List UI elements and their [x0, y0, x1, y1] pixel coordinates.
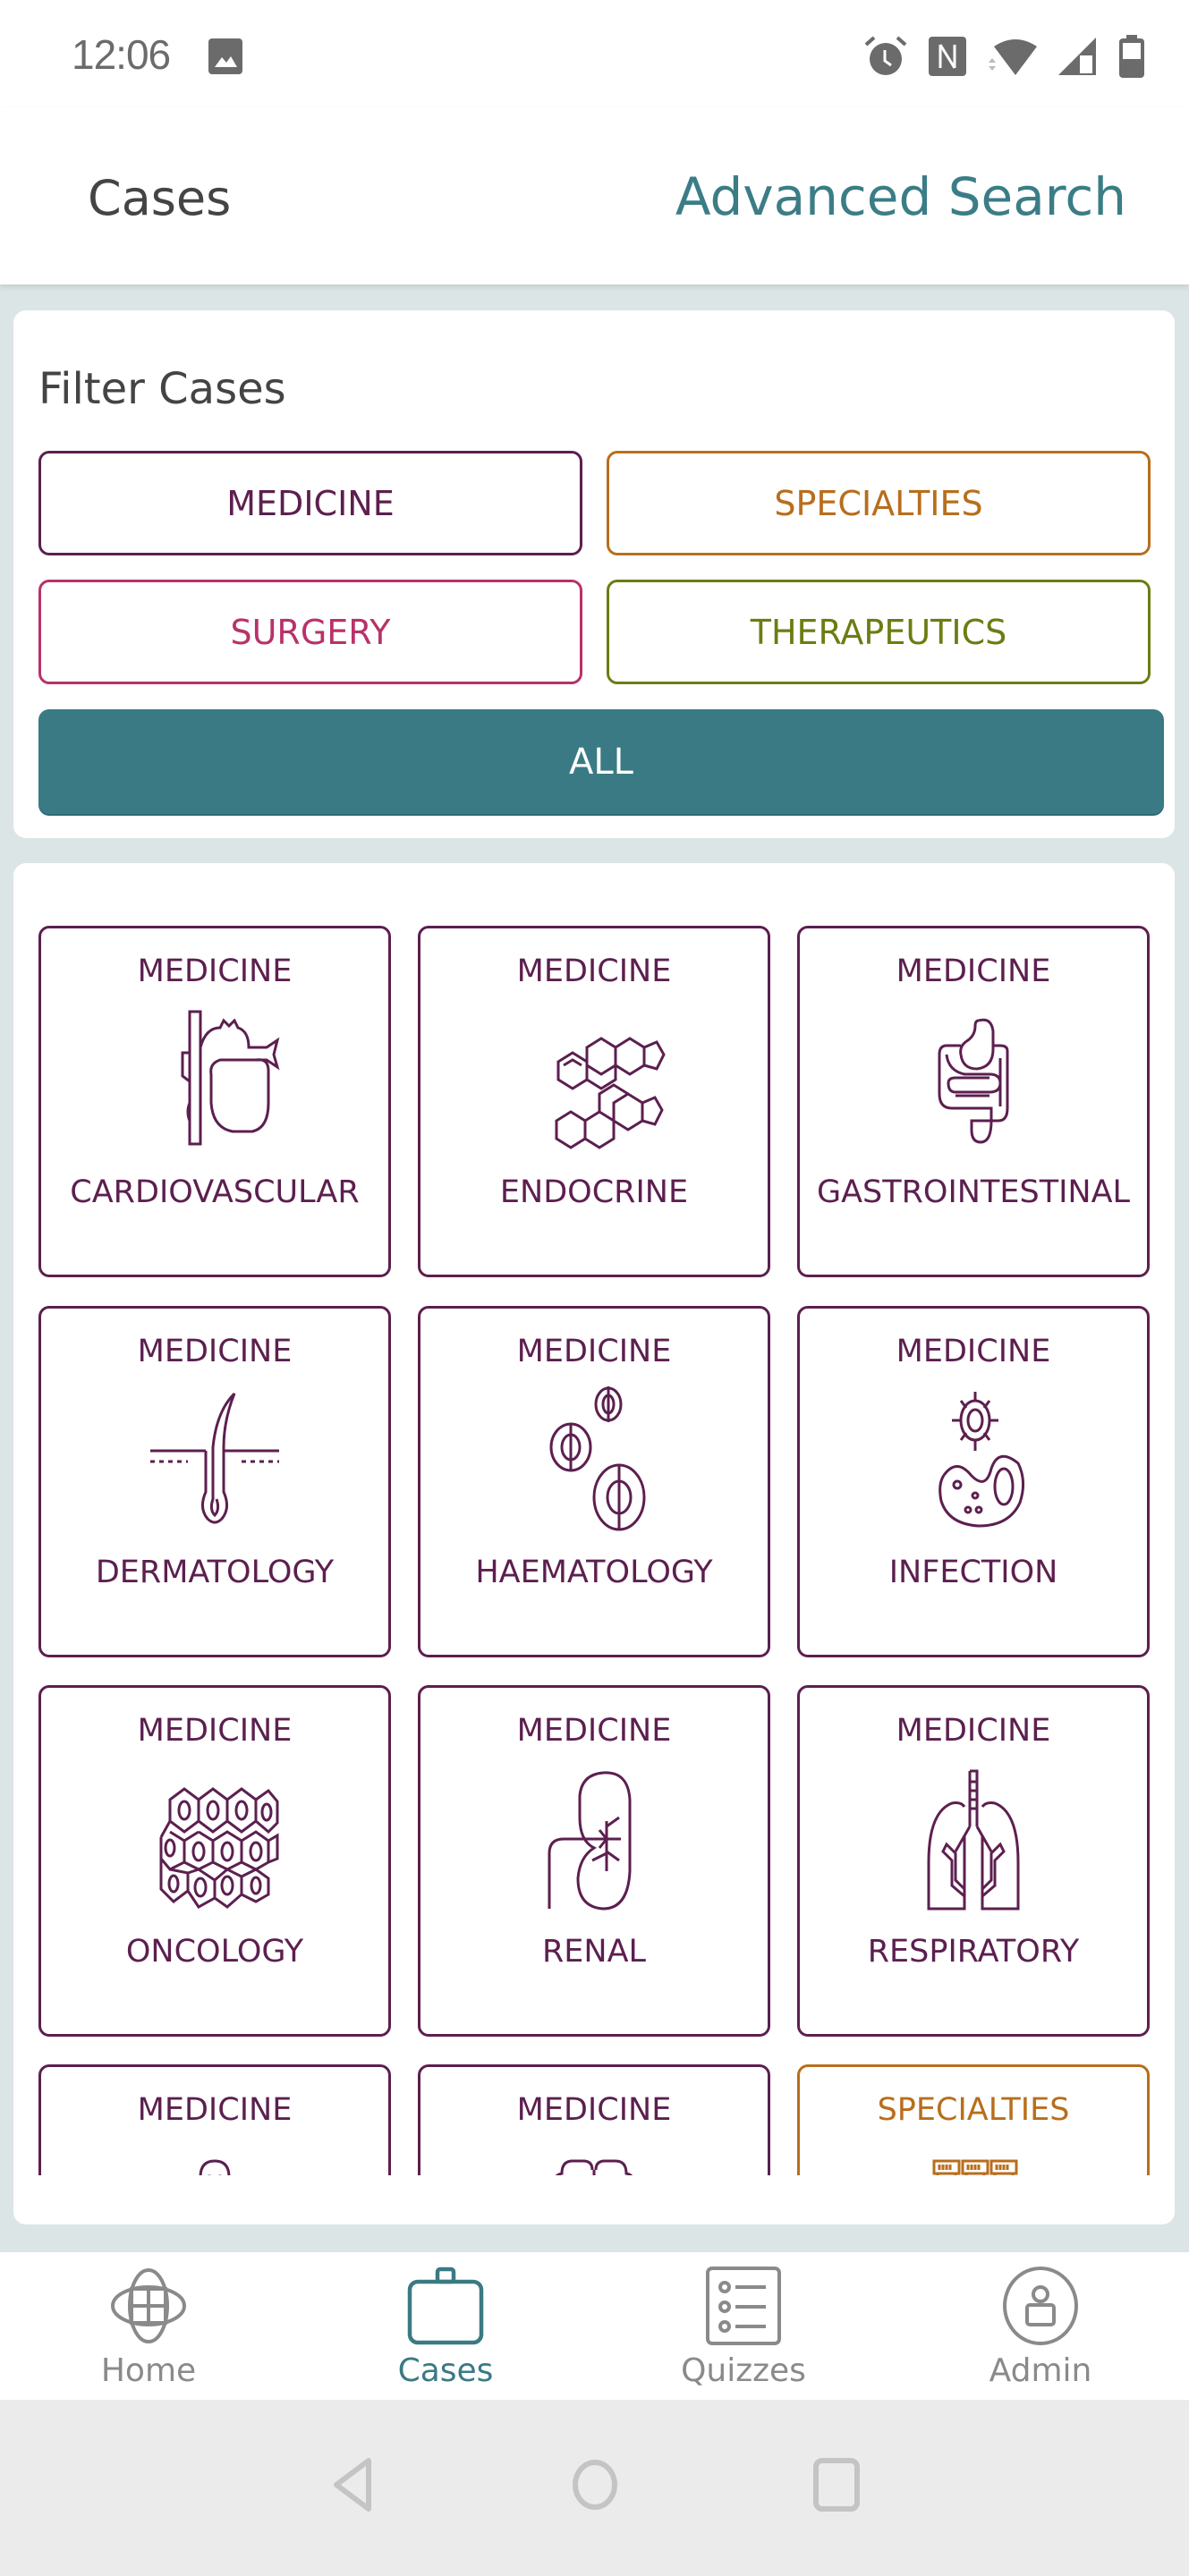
nav-label: Admin	[989, 2352, 1092, 2389]
skeleton-icon	[199, 2159, 231, 2175]
nav-cases[interactable]: Cases	[297, 2252, 594, 2400]
case-card-renal[interactable]: MEDICINE RENAL	[418, 1685, 770, 2037]
case-category: MEDICINE	[516, 1334, 672, 1369]
filter-all-label: ALL	[569, 741, 633, 783]
signal-icon	[1058, 38, 1096, 75]
filter-all-button[interactable]: ALL	[38, 709, 1164, 814]
image-notification-icon	[208, 38, 242, 74]
case-card-respiratory[interactable]: MEDICINE RESPIRATORY	[797, 1685, 1150, 2037]
case-category: MEDICINE	[896, 1334, 1051, 1369]
system-nav-bar	[0, 2400, 1189, 2576]
case-card-gastrointestinal[interactable]: MEDICINE GASTROINTESTINAL	[797, 926, 1150, 1277]
wifi-icon	[989, 39, 1037, 75]
molecule-icon	[555, 1037, 666, 1149]
case-category: MEDICINE	[896, 953, 1051, 989]
case-card[interactable]: SPECIALTIES	[797, 2064, 1150, 2175]
case-category: MEDICINE	[137, 2092, 293, 2128]
advanced-search-link[interactable]: Advanced Search	[675, 166, 1126, 227]
filter-specialties-button[interactable]: SPECIALTIES	[607, 451, 1151, 555]
filter-title: Filter Cases	[38, 364, 286, 414]
case-name: CARDIOVASCULAR	[70, 1174, 360, 1210]
bottom-nav: Home Cases Quizzes Admin	[0, 2252, 1189, 2400]
case-category: MEDICINE	[516, 1713, 672, 1749]
case-name: INFECTION	[888, 1555, 1058, 1590]
app-header: Cases Advanced Search	[0, 107, 1189, 284]
nav-admin[interactable]: Admin	[892, 2252, 1189, 2400]
nfc-icon	[929, 37, 966, 76]
case-card-cardiovascular[interactable]: MEDICINE CARDIOVASCULAR	[38, 926, 391, 1277]
nav-label: Quizzes	[681, 2352, 806, 2389]
case-card[interactable]: MEDICINE	[418, 2064, 770, 2175]
filter-panel: Filter Cases MEDICINE SPECIALTIES SURGER…	[13, 310, 1175, 838]
cells-icon	[159, 1787, 279, 1909]
case-category: MEDICINE	[516, 953, 672, 989]
case-category: MEDICINE	[137, 953, 293, 989]
status-bar: 12:06	[0, 0, 1189, 107]
blood-cells-icon	[549, 1386, 646, 1531]
case-category: SPECIALTIES	[877, 2092, 1070, 2128]
filter-button-label: MEDICINE	[226, 483, 395, 523]
case-card-haematology[interactable]: MEDICINE HAEMATOLOGY	[418, 1306, 770, 1657]
kidney-icon	[548, 1771, 632, 1911]
page-title: Cases	[88, 170, 232, 226]
recents-icon[interactable]	[805, 2453, 868, 2516]
cases-grid[interactable]: MEDICINE CARDIOVASCULAR MEDICINE ENDOCRINE M…	[13, 863, 1175, 2175]
alarm-icon	[864, 36, 907, 75]
status-icons	[863, 34, 1146, 79]
case-name: HAEMATOLOGY	[475, 1555, 713, 1590]
microbe-icon	[938, 1392, 1024, 1528]
home-icon	[111, 2268, 186, 2343]
brain-icon	[555, 2159, 633, 2175]
case-name: ENDOCRINE	[499, 1174, 689, 1210]
case-category: MEDICINE	[516, 2092, 672, 2128]
back-icon[interactable]	[322, 2453, 385, 2516]
case-category: MEDICINE	[896, 1713, 1051, 1749]
briefcase-icon	[407, 2267, 484, 2345]
nav-home[interactable]: Home	[0, 2252, 297, 2400]
case-name: RESPIRATORY	[867, 1934, 1080, 1970]
home-circle-icon[interactable]	[564, 2453, 626, 2516]
filter-therapeutics-button[interactable]: THERAPEUTICS	[607, 580, 1151, 684]
case-card-dermatology[interactable]: MEDICINE DERMATOLOGY	[38, 1306, 391, 1657]
filter-button-label: THERAPEUTICS	[750, 612, 1007, 652]
case-card-oncology[interactable]: MEDICINE ONCOLOGY	[38, 1685, 391, 2037]
intestine-icon	[938, 1018, 1009, 1144]
case-card-endocrine[interactable]: MEDICINE ENDOCRINE	[418, 926, 770, 1277]
case-name: ONCOLOGY	[125, 1934, 304, 1970]
test-tubes-icon	[932, 2159, 1018, 2175]
case-name: RENAL	[541, 1934, 647, 1970]
case-name: DERMATOLOGY	[95, 1555, 335, 1590]
nav-label: Home	[100, 2352, 197, 2389]
heart-icon	[181, 1010, 280, 1146]
filter-button-label: SURGERY	[230, 612, 391, 652]
case-name: GASTROINTESTINAL	[816, 1174, 1131, 1210]
filter-medicine-button[interactable]: MEDICINE	[38, 451, 582, 555]
cases-grid-panel: MEDICINE CARDIOVASCULAR MEDICINE ENDOCRINE M…	[13, 863, 1175, 2224]
list-icon	[706, 2267, 781, 2345]
battery-icon	[1119, 35, 1144, 78]
nav-quizzes[interactable]: Quizzes	[595, 2252, 892, 2400]
nav-label: Cases	[397, 2352, 494, 2389]
case-category: MEDICINE	[137, 1334, 293, 1369]
lungs-icon	[927, 1769, 1020, 1911]
case-card[interactable]: MEDICINE	[38, 2064, 391, 2175]
user-icon	[1003, 2267, 1078, 2345]
case-card-infection[interactable]: MEDICINE INFECTION	[797, 1306, 1150, 1657]
filter-surgery-button[interactable]: SURGERY	[38, 580, 582, 684]
filter-button-label: SPECIALTIES	[774, 483, 983, 523]
hair-follicle-icon	[150, 1392, 279, 1524]
case-category: MEDICINE	[137, 1713, 293, 1749]
status-time: 12:06	[72, 31, 171, 78]
